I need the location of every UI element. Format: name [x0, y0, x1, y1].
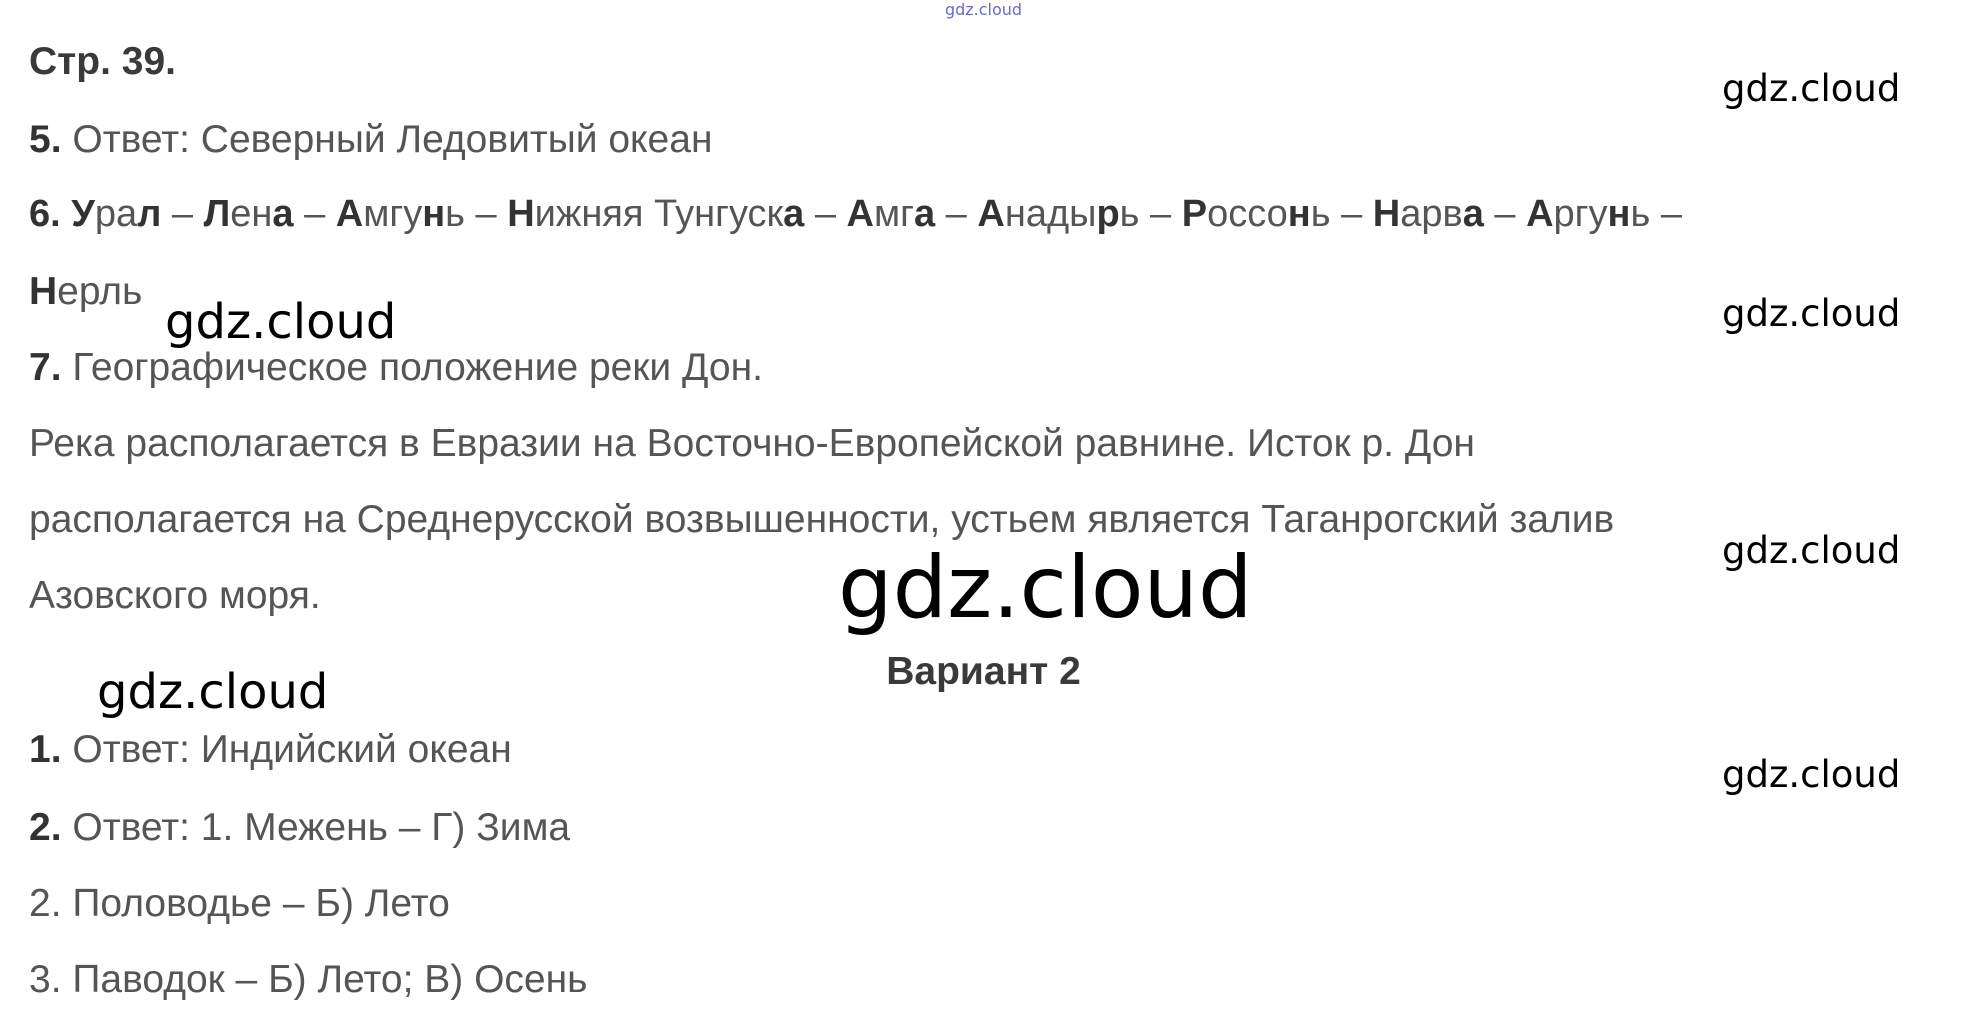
answer-6-fragment: оссо: [1207, 193, 1288, 235]
answer-6-fragment: а: [913, 193, 936, 235]
answer-6-fragment: ен: [230, 193, 273, 235]
variant-answer-1: 1. Ответ: Индийский океан: [29, 730, 512, 769]
watermark-top: gdz.cloud: [944, 0, 1023, 19]
variant-answer-2: 2. Ответ: 1. Межень – Г) Зима: [29, 808, 570, 847]
variant-answer-2-number: 2.: [29, 806, 62, 849]
answer-6-fragment: А: [1526, 193, 1554, 235]
answer-6-fragment: –: [161, 193, 204, 235]
answer-6-fragment: ижняя Тунгуск: [534, 193, 784, 235]
answer-6-fragment: нады: [1004, 193, 1097, 235]
watermark-right-2: gdz.cloud: [1722, 292, 1901, 335]
variant-answer-2-line3: 3. Паводок – Б) Лето; В) Осень: [29, 958, 588, 1001]
answer-6-fragment: мгу: [363, 193, 423, 235]
answer-6-fragment: А: [977, 193, 1005, 235]
answer-6-fragment: а: [272, 193, 294, 235]
answer-6-fragment: Л: [203, 193, 231, 235]
variant-answer-1-text: Ответ: Индийский океан: [61, 728, 512, 771]
answer-6-fragment: л: [137, 193, 162, 235]
answer-6-fragment: А: [846, 193, 874, 235]
answer-6-fragment: н: [1607, 193, 1631, 235]
watermark-center: gdz.cloud: [838, 538, 1253, 638]
answer-6-fragment: ь –: [1630, 193, 1682, 235]
answer-6-rivers: Урал – Лена – Амгунь – Нижняя Тунгуска –…: [71, 193, 1682, 235]
answer-6-fragment: У: [71, 193, 95, 235]
watermark-right-4: gdz.cloud: [1722, 753, 1901, 796]
answer-6-number: 6.: [29, 193, 61, 235]
answer-7-title: 7. Географическое положение реки Дон.: [29, 348, 763, 387]
answer-6-fragment: –: [1483, 193, 1527, 235]
variant-answer-2-line2: 2. Половодье – Б) Лето: [29, 882, 450, 925]
answer-6-fragment: ь –: [1310, 193, 1373, 235]
answer-6-line2-bold: Н: [29, 270, 58, 313]
watermark-left-2: gdz.cloud: [97, 664, 329, 720]
answer-7-line1: Река располагается в Евразии на Восточно…: [29, 422, 1475, 465]
answer-5-number: 5.: [29, 118, 62, 161]
answer-6-line2: Нерль: [29, 272, 142, 311]
answer-6-fragment: н: [422, 193, 446, 235]
answer-6-fragment: Р: [1181, 193, 1208, 235]
watermark-left-1: gdz.cloud: [165, 294, 397, 350]
answer-6-fragment: арв: [1400, 193, 1463, 235]
answer-7-number: 7.: [29, 346, 62, 389]
answer-6-fragment: ра: [94, 193, 138, 235]
answer-5: 5. Ответ: Северный Ледовитый океан: [29, 120, 712, 159]
document-page: gdz.cloud Стр. 39. 5. Ответ: Северный Ле…: [0, 0, 1967, 1025]
answer-6-fragment: –: [935, 193, 978, 235]
watermark-right-1: gdz.cloud: [1722, 67, 1901, 110]
answer-6-fragment: ргу: [1553, 193, 1608, 235]
variant-answer-2-text: Ответ: 1. Межень – Г) Зима: [61, 806, 571, 849]
watermark-right-3: gdz.cloud: [1722, 529, 1901, 572]
answer-6-fragment: А: [335, 193, 364, 235]
page-label: Стр. 39.: [29, 40, 176, 83]
answer-6-fragment: р: [1096, 193, 1120, 235]
answer-6-fragment: Н: [1372, 193, 1401, 235]
answer-6-fragment: ь –: [445, 193, 508, 235]
answer-6-fragment: а: [1462, 193, 1484, 235]
answer-7-line3: Азовского моря.: [29, 574, 321, 617]
answer-6-fragment: –: [293, 193, 336, 235]
answer-5-text: Ответ: Северный Ледовитый океан: [61, 118, 713, 161]
variant-answer-1-number: 1.: [29, 728, 62, 771]
answer-6-fragment: мг: [873, 193, 914, 235]
answer-6-line1: 6. Урал – Лена – Амгунь – Нижняя Тунгуск…: [29, 195, 1682, 233]
answer-6-fragment: а: [783, 193, 805, 235]
answer-7-line2: располагается на Среднерусской возвышенн…: [29, 498, 1615, 541]
answer-6-fragment: н: [1287, 193, 1311, 235]
answer-6-fragment: –: [804, 193, 847, 235]
answer-6-fragment: ь –: [1119, 193, 1182, 235]
answer-6-fragment: Н: [507, 193, 535, 235]
answer-7-title-text: Географическое положение реки Дон.: [61, 346, 763, 389]
answer-6-line2-rest: ерль: [57, 270, 143, 313]
